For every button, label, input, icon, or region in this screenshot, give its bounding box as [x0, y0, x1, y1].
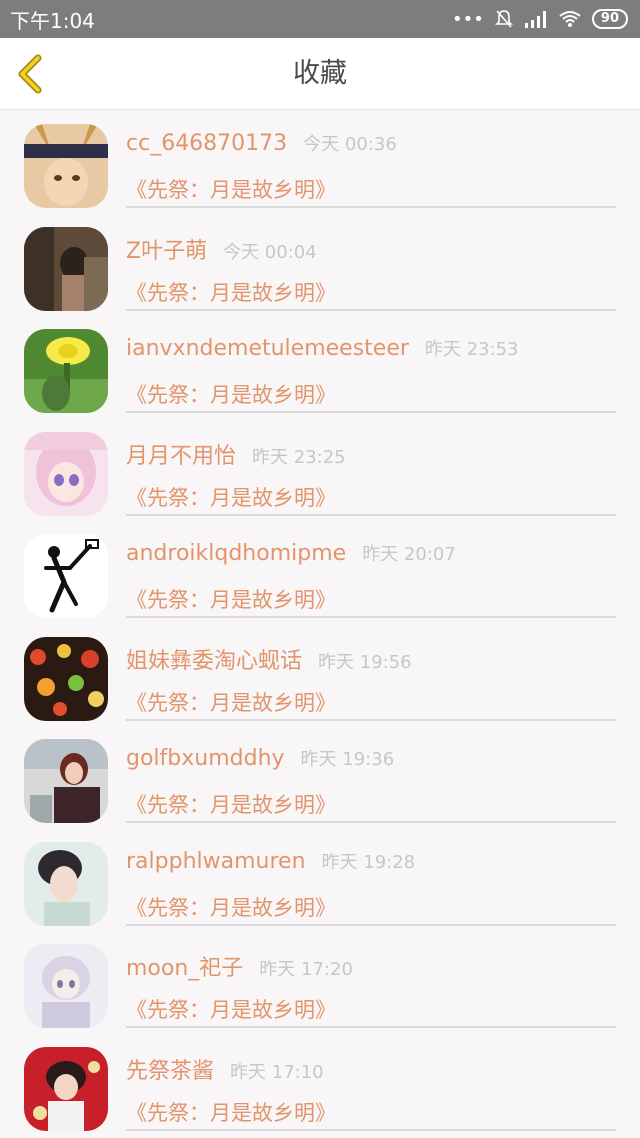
timestamp: 今天 00:04: [223, 241, 317, 263]
avatar[interactable]: [24, 944, 108, 1028]
timestamp: 今天 00:36: [303, 134, 397, 155]
avatar-image: [24, 124, 108, 208]
list-item[interactable]: 姐妹彝委淘心蚬话 昨天 19:56 《先祭：月是故乡明》: [0, 623, 640, 726]
avatar-image: [24, 1046, 108, 1131]
avatar-image: [24, 431, 108, 516]
timestamp: 昨天 17:20: [259, 959, 353, 980]
more-dots-icon: •••: [452, 8, 484, 30]
user-name-text: ralpphlwamuren: [126, 848, 306, 874]
page-title: 收藏: [293, 58, 347, 89]
avatar[interactable]: [24, 226, 108, 311]
divider: [126, 308, 616, 311]
wifi-icon: [559, 11, 581, 27]
collection-title[interactable]: 《先祭：月是故乡明》: [126, 994, 336, 1024]
avatar-image: [24, 534, 108, 618]
avatar[interactable]: [24, 636, 108, 721]
divider: [126, 1128, 616, 1131]
user-name: golfbxumddhy 昨天 19:36: [126, 745, 394, 771]
divider: [126, 718, 616, 721]
signal-icon: [524, 11, 546, 28]
collection-title[interactable]: 《先祭：月是故乡明》: [126, 687, 336, 717]
divider: [126, 923, 616, 926]
divider: [126, 821, 616, 823]
avatar[interactable]: [24, 431, 108, 516]
list-item[interactable]: ralpphlwamuren 昨天 19:28 《先祭：月是故乡明》: [0, 828, 640, 931]
avatar-image: [24, 226, 108, 311]
user-name-text: ianvxndemetulemeesteer: [126, 336, 409, 361]
timestamp: 昨天 19:56: [318, 651, 412, 673]
avatar[interactable]: [24, 329, 108, 413]
avatar-image: [24, 944, 108, 1028]
user-name-text: 月月不用怡: [126, 443, 237, 469]
timestamp: 昨天 17:10: [230, 1061, 324, 1083]
divider: [126, 616, 616, 618]
collection-title[interactable]: 《先祭：月是故乡明》: [126, 789, 336, 819]
avatar-image: [24, 739, 108, 823]
timestamp: 昨天 23:25: [252, 446, 346, 468]
divider: [126, 206, 616, 208]
avatar[interactable]: [24, 124, 108, 208]
list-item[interactable]: moon_祀子 昨天 17:20 《先祭：月是故乡明》: [0, 930, 640, 1033]
user-name: 月月不用怡 昨天 23:25: [126, 438, 346, 470]
status-bar: 下午1:04 ••• 90: [0, 0, 640, 38]
user-name-text: androiklqdhomipme: [126, 541, 347, 566]
battery-indicator: 90: [591, 9, 628, 29]
user-name: ianvxndemetulemeesteer 昨天 23:53: [126, 335, 519, 361]
list-item[interactable]: 月月不用怡 昨天 23:25 《先祭：月是故乡明》: [0, 418, 640, 521]
user-name: Z叶子萌 今天 00:04: [126, 233, 317, 265]
user-name: moon_祀子 昨天 17:20: [126, 950, 353, 982]
list-item[interactable]: golfbxumddhy 昨天 19:36 《先祭：月是故乡明》: [0, 725, 640, 828]
avatar-image: [24, 636, 108, 721]
avatar[interactable]: [24, 1046, 108, 1131]
divider: [126, 1026, 616, 1028]
collection-title[interactable]: 《先祭：月是故乡明》: [126, 482, 336, 512]
list-item[interactable]: Z叶子萌 今天 00:04 《先祭：月是故乡明》: [0, 213, 640, 316]
status-icons: ••• 90: [452, 9, 628, 30]
user-name: 先祭茶酱 昨天 17:10: [126, 1053, 324, 1085]
avatar[interactable]: [24, 841, 108, 926]
avatar-image: [24, 841, 108, 926]
timestamp: 昨天 19:36: [300, 749, 395, 770]
user-name-text: Z叶子萌: [126, 238, 208, 264]
user-name: 姐妹彝委淘心蚬话 昨天 19:56: [126, 643, 412, 675]
avatar[interactable]: [24, 534, 108, 618]
avatar[interactable]: [24, 739, 108, 823]
header-bar: 收藏: [0, 38, 640, 110]
collection-title[interactable]: 《先祭：月是故乡明》: [126, 174, 336, 204]
user-name-text: golfbxumddhy: [126, 746, 285, 771]
timestamp: 昨天 19:28: [321, 851, 416, 873]
list-item[interactable]: cc_646870173 今天 00:36 《先祭：月是故乡明》: [0, 110, 640, 213]
collection-title[interactable]: 《先祭：月是故乡明》: [126, 1097, 336, 1127]
user-name-text: moon_祀子: [126, 956, 244, 981]
collection-title[interactable]: 《先祭：月是故乡明》: [126, 584, 336, 614]
collection-title[interactable]: 《先祭：月是故乡明》: [126, 277, 336, 307]
collection-title[interactable]: 《先祭：月是故乡明》: [126, 892, 336, 922]
user-name: cc_646870173 今天 00:36: [126, 130, 397, 156]
list-item[interactable]: 先祭茶酱 昨天 17:10 《先祭：月是故乡明》: [0, 1033, 640, 1136]
timestamp: 昨天 20:07: [362, 544, 456, 565]
user-name-text: cc_646870173: [126, 131, 288, 156]
avatar-image: [24, 329, 108, 413]
favorites-list: cc_646870173 今天 00:36 《先祭：月是故乡明》 Z叶子萌 今天 0…: [0, 110, 640, 1135]
status-time: 下午1:04: [10, 8, 95, 33]
divider: [126, 411, 616, 413]
user-name-text: 姐妹彝委淘心蚬话: [126, 648, 303, 674]
notification-muted-icon: [494, 10, 513, 28]
user-name: ralpphlwamuren 昨天 19:28: [126, 848, 415, 874]
divider: [126, 513, 616, 516]
list-item[interactable]: androiklqdhomipme 昨天 20:07 《先祭：月是故乡明》: [0, 520, 640, 623]
timestamp: 昨天 23:53: [424, 339, 519, 360]
list-item[interactable]: ianvxndemetulemeesteer 昨天 23:53 《先祭：月是故乡明…: [0, 315, 640, 418]
user-name-text: 先祭茶酱: [126, 1058, 215, 1084]
user-name: androiklqdhomipme 昨天 20:07: [126, 540, 456, 566]
collection-title[interactable]: 《先祭：月是故乡明》: [126, 379, 336, 409]
